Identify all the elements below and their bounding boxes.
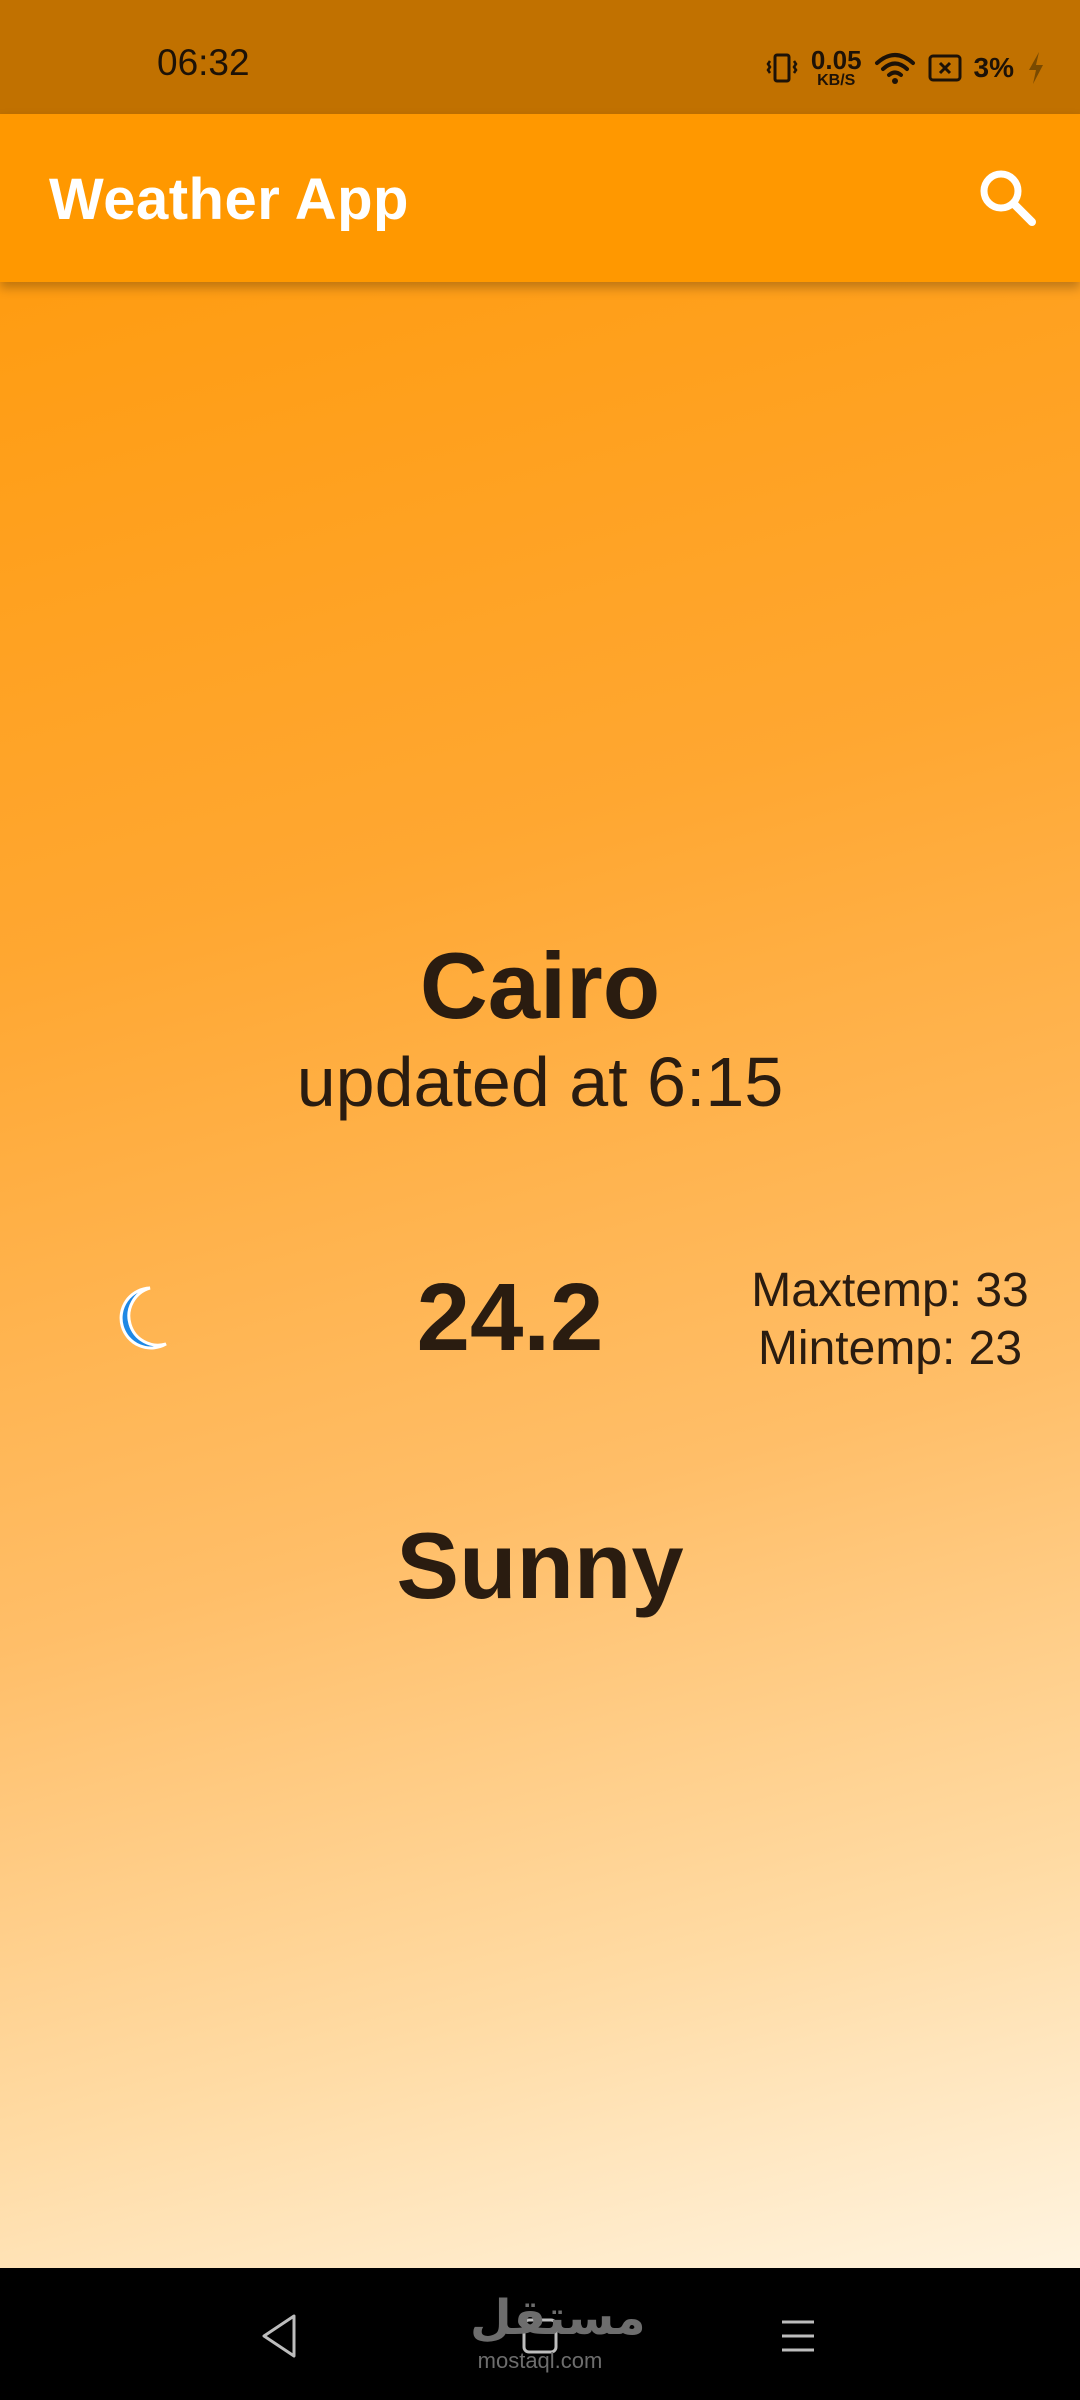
min-temp: Mintemp: 23: [757, 1322, 1023, 1375]
moon-icon: [119, 1286, 167, 1350]
net-speed: 0.05 KB/S: [811, 47, 862, 89]
watermark: مستقل mostaql.com: [470, 2290, 646, 2374]
app-title: Weather App: [49, 167, 409, 232]
app-bar: Weather App: [0, 114, 1080, 282]
battery-percent: 3%: [973, 52, 1014, 83]
watermark-arabic: مستقل: [470, 2292, 646, 2345]
status-time: 06:32: [157, 42, 250, 83]
search-icon: [980, 170, 1036, 226]
menu-icon[interactable]: [768, 2306, 828, 2366]
net-speed-unit: KB/S: [817, 72, 856, 89]
no-sim-icon: [928, 54, 962, 82]
navigation-bar: مستقل mostaql.com: [0, 2268, 1080, 2400]
weather-condition: Sunny: [396, 1513, 684, 1618]
current-temperature: 24.2: [416, 1264, 604, 1371]
city-name: Cairo: [419, 933, 661, 1038]
back-icon[interactable]: [250, 2306, 310, 2366]
min-max-temps: Maxtemp: 33 Mintemp: 23: [740, 1262, 1040, 1378]
updated-time: updated at 6:15: [296, 1043, 784, 1121]
net-speed-value: 0.05: [810, 45, 862, 75]
vibrate-icon: [766, 53, 798, 83]
charging-icon: [1029, 52, 1043, 84]
watermark-latin: mostaql.com: [477, 2347, 603, 2373]
status-bar: 06:32 0.05 KB/S 3%: [0, 0, 1080, 114]
status-icons: 0.05 KB/S 3%: [765, 46, 1046, 90]
max-temp: Maxtemp: 33: [751, 1264, 1029, 1317]
wifi-icon: [874, 53, 915, 84]
search-button[interactable]: [976, 166, 1038, 228]
